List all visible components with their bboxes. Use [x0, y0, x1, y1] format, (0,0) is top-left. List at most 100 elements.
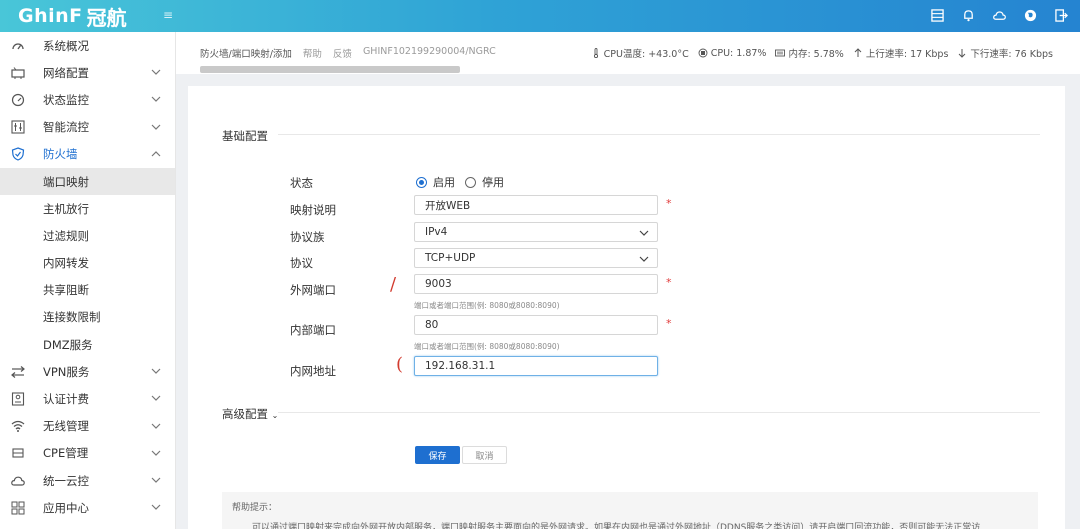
desc-label: 映射说明	[290, 203, 336, 217]
dashboard-icon	[11, 39, 25, 53]
sidebar-item-label: 智能流控	[43, 120, 89, 135]
memory-icon	[775, 49, 786, 57]
cloud-icon	[11, 474, 25, 488]
ext-port-hint: 端口或者端口范围(例: 8080或8080:8090)	[414, 301, 560, 310]
system-stats: CPU温度: +43.0°C CPU: 1.87% 内存: 5.78% 上行速率…	[591, 46, 1053, 60]
sidebar-item-cpe[interactable]: CPE管理	[0, 440, 175, 467]
required-mark: *	[666, 317, 672, 330]
protocol-select[interactable]: TCP+UDP	[414, 248, 658, 268]
vpn-icon	[11, 365, 25, 379]
section-divider	[278, 134, 1040, 135]
sliders-icon	[11, 120, 25, 134]
help-link[interactable]: 帮助	[303, 46, 322, 60]
ext-port-label: 外网端口	[290, 283, 336, 297]
sidebar-subitem-host-allow[interactable]: 主机放行	[0, 195, 175, 222]
logo-cn-text: 冠航	[86, 5, 127, 30]
arrow-up-icon	[854, 48, 862, 57]
protocol-select-value: TCP+UDP	[425, 252, 476, 264]
cpu-temp-stat: CPU温度: +43.0°C	[591, 46, 689, 60]
network-icon	[11, 66, 25, 80]
sidebar-item-monitor[interactable]: 状态监控	[0, 86, 175, 113]
menu-toggle-icon[interactable]: ≡	[163, 8, 173, 22]
sidebar-subitem-share-block[interactable]: 共享阻断	[0, 277, 175, 304]
sidebar-item-wireless[interactable]: 无线管理	[0, 413, 175, 440]
help-text: 可以通过端口映射来完成向外网开放内部服务，端口映射服务主要面向的是外网请求。如果…	[252, 523, 981, 529]
breadcrumb: 防火墙/端口映射/添加 帮助 反馈 GHINF102199290004/NGRC	[200, 46, 496, 60]
sidebar-item-label: 统一云控	[43, 473, 89, 488]
feedback-link[interactable]: 反馈	[333, 46, 352, 60]
sidebar-item-label: 无线管理	[43, 419, 89, 434]
sidebar-item-auth[interactable]: 认证计费	[0, 385, 175, 412]
status-label: 状态	[290, 176, 313, 190]
chevron-down-icon	[151, 477, 161, 483]
sidebar-subitem-dmz[interactable]: DMZ服务	[0, 331, 175, 358]
status-radio-group: 启用 停用	[416, 174, 504, 190]
cpu-icon	[698, 48, 708, 58]
status-on-label: 启用	[433, 176, 455, 189]
logo: GhinF 冠航	[18, 3, 127, 30]
breadcrumb-text: 防火墙/端口映射/添加	[200, 49, 292, 60]
sidebar-item-flow-control[interactable]: 智能流控	[0, 114, 175, 141]
sidebar-item-vpn[interactable]: VPN服务	[0, 358, 175, 385]
chevron-down-icon	[639, 256, 649, 262]
chevron-down-icon	[151, 450, 161, 456]
protocol-label: 协议	[290, 256, 313, 270]
cpu-stat: CPU: 1.87%	[698, 46, 766, 60]
thermometer-icon	[593, 48, 598, 58]
required-mark: *	[666, 276, 672, 289]
required-mark: *	[666, 197, 672, 210]
sidebar-subitem-conn-limit[interactable]: 连接数限制	[0, 304, 175, 331]
gauge-icon	[11, 93, 25, 107]
chevron-down-icon	[639, 230, 649, 236]
wifi-icon	[11, 419, 25, 433]
int-port-label: 内部端口	[290, 323, 336, 337]
bell-icon[interactable]	[959, 6, 977, 24]
help-box: 帮助提示： 可以通过端口映射来完成向外网开放内部服务，端口映射服务主要面向的是外…	[222, 492, 1038, 529]
desc-input[interactable]: 开放WEB	[414, 195, 658, 215]
annotation-mark: /	[390, 274, 397, 295]
sidebar-item-network[interactable]: 网络配置	[0, 59, 175, 86]
status-on-radio[interactable]	[416, 176, 427, 188]
section-divider	[278, 412, 1040, 413]
sidebar-subitem-lan-forward[interactable]: 内网转发	[0, 250, 175, 277]
sidebar-subitem-port-mapping[interactable]: 端口映射	[0, 167, 175, 196]
chevron-up-icon	[151, 150, 161, 157]
family-select[interactable]: IPv4	[414, 222, 658, 242]
globe-icon[interactable]	[1021, 6, 1039, 24]
sidebar-item-overview[interactable]: 系统概况	[0, 32, 175, 59]
save-button[interactable]: 保存	[415, 446, 460, 464]
cancel-button[interactable]: 取消	[462, 446, 507, 464]
auth-icon	[11, 392, 25, 406]
status-off-label: 停用	[482, 176, 504, 189]
horizontal-scrollbar[interactable]	[200, 66, 460, 73]
logout-icon[interactable]	[1052, 6, 1070, 24]
chevron-down-icon	[151, 423, 161, 429]
arrow-down-icon	[959, 49, 966, 58]
chevron-down-icon	[151, 368, 161, 375]
sidebar-item-cloud-control[interactable]: 统一云控	[0, 467, 175, 494]
int-port-input[interactable]: 80	[414, 315, 658, 335]
cpe-icon	[11, 446, 25, 460]
annotation-mark: (	[396, 354, 404, 375]
sidebar-item-label: 状态监控	[43, 92, 89, 107]
status-off-radio[interactable]	[465, 176, 476, 188]
sidebar-item-app-center[interactable]: 应用中心	[0, 494, 175, 521]
advanced-config-title: 高级配置	[222, 407, 268, 421]
sidebar-item-label: 应用中心	[43, 500, 89, 515]
lan-addr-input[interactable]: 192.168.31.1	[414, 356, 658, 376]
chevron-down-icon	[151, 504, 161, 511]
ext-port-input[interactable]: 9003	[414, 274, 658, 294]
help-title: 帮助提示：	[232, 503, 278, 513]
sidebar-item-label: 系统概况	[43, 38, 89, 53]
lan-addr-label: 内网地址	[290, 364, 336, 378]
cloud-icon[interactable]	[990, 6, 1008, 24]
chevron-down-icon	[151, 69, 161, 76]
top-bar: GhinF 冠航 ≡	[0, 0, 1080, 32]
memory-stat: 内存: 5.78%	[775, 46, 844, 60]
sidebar-item-label: 认证计费	[43, 392, 89, 407]
family-label: 协议族	[290, 230, 325, 244]
advanced-config-toggle[interactable]: 高级配置 ⌄	[222, 406, 278, 422]
sidebar-item-firewall[interactable]: 防火墙	[0, 141, 175, 168]
sidebar-subitem-filter-rules[interactable]: 过滤规则	[0, 222, 175, 249]
grid-icon[interactable]	[928, 6, 946, 24]
